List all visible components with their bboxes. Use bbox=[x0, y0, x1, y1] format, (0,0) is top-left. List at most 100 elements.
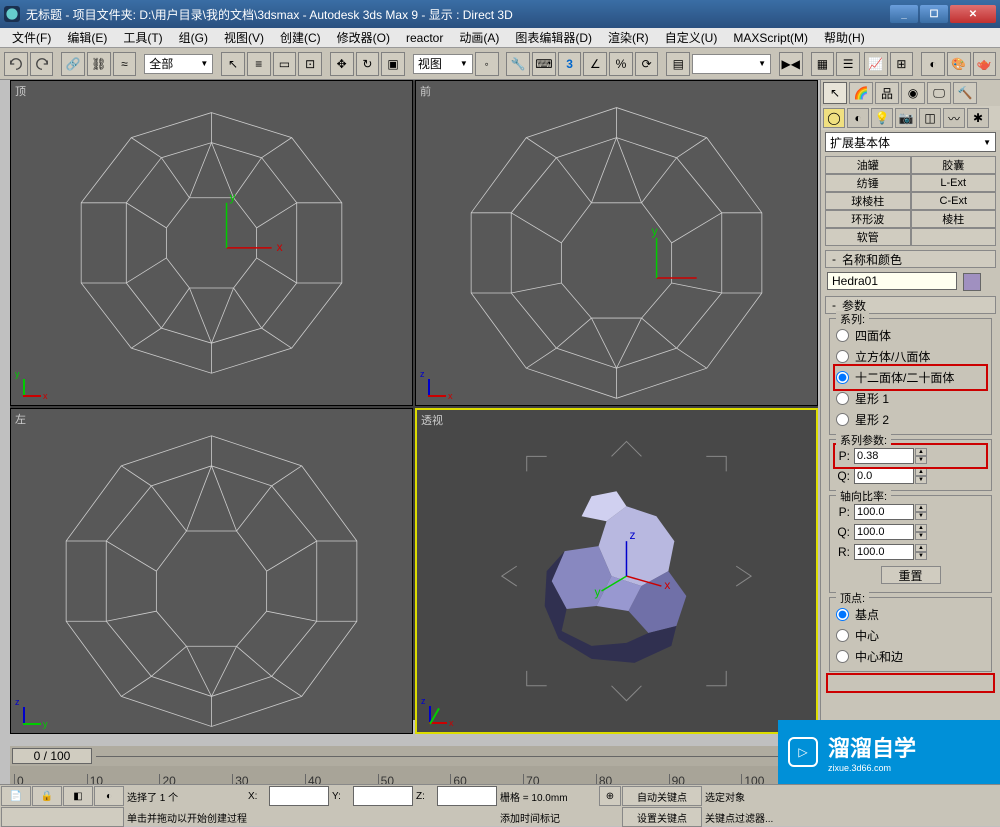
menu-tools[interactable]: 工具(T) bbox=[115, 27, 170, 48]
p-spin-down[interactable]: ▼ bbox=[915, 456, 927, 464]
tab-motion[interactable]: ◉ bbox=[901, 82, 925, 104]
family-star2[interactable]: 星形 2 bbox=[836, 409, 985, 430]
undo-button[interactable] bbox=[4, 52, 28, 76]
add-time-tag[interactable]: 添加时间标记 bbox=[498, 807, 598, 827]
subtab-spacewarps[interactable]: 〰 bbox=[943, 108, 965, 128]
menu-customize[interactable]: 自定义(U) bbox=[657, 27, 726, 48]
vertex-basic[interactable]: 基点 bbox=[836, 604, 985, 625]
subtab-cameras[interactable]: 📷 bbox=[895, 108, 917, 128]
ap-input[interactable] bbox=[854, 504, 914, 520]
keyboard-shortcut-button[interactable]: ⌨ bbox=[532, 52, 556, 76]
unlink-button[interactable]: ⛓ bbox=[87, 52, 111, 76]
isolate-button[interactable]: ◧ bbox=[63, 786, 93, 806]
viewport-perspective[interactable]: 透视 xyz zx bbox=[415, 408, 818, 734]
menu-maxscript[interactable]: MAXScript(M) bbox=[725, 29, 816, 47]
misc-button[interactable]: ◐ bbox=[94, 786, 124, 806]
menu-edit[interactable]: 编辑(E) bbox=[59, 27, 115, 48]
family-star1[interactable]: 星形 1 bbox=[836, 388, 985, 409]
menu-modifier[interactable]: 修改器(O) bbox=[329, 27, 398, 48]
time-slider[interactable]: 0 / 100 bbox=[10, 746, 818, 766]
window-crossing-button[interactable]: ⊡ bbox=[298, 52, 322, 76]
menu-view[interactable]: 视图(V) bbox=[216, 27, 272, 48]
spinner-snap-button[interactable]: ⟳ bbox=[635, 52, 659, 76]
window-close-button[interactable]: ✕ bbox=[950, 5, 996, 23]
object-name-input[interactable]: Hedra01 bbox=[827, 272, 957, 290]
rotate-button[interactable]: ↻ bbox=[356, 52, 380, 76]
y-input[interactable] bbox=[353, 786, 413, 806]
render-scene-button[interactable]: 🎨 bbox=[947, 52, 971, 76]
percent-snap-button[interactable]: % bbox=[609, 52, 633, 76]
p-spin-up[interactable]: ▲ bbox=[915, 448, 927, 456]
family-dodec-icos[interactable]: 十二面体/二十面体 bbox=[836, 367, 985, 388]
mirror-button[interactable]: ▶◀ bbox=[779, 52, 803, 76]
curve-editor-button[interactable]: 📈 bbox=[864, 52, 888, 76]
x-input[interactable] bbox=[269, 786, 329, 806]
schematic-view-button[interactable]: ⊞ bbox=[890, 52, 914, 76]
aq-input[interactable] bbox=[854, 524, 914, 540]
lock-selection-button[interactable]: 🔒 bbox=[32, 786, 62, 806]
menu-file[interactable]: 文件(F) bbox=[4, 27, 59, 48]
objtype-prism[interactable]: 棱柱 bbox=[911, 210, 997, 228]
align-button[interactable]: ▦ bbox=[811, 52, 835, 76]
objtype-capsule[interactable]: 胶囊 bbox=[911, 156, 997, 174]
ar-input[interactable] bbox=[854, 544, 914, 560]
snap-toggle-button[interactable]: 3 bbox=[558, 52, 582, 76]
subtab-lights[interactable]: 💡 bbox=[871, 108, 893, 128]
object-color-swatch[interactable] bbox=[963, 273, 981, 291]
objtype-gengon[interactable]: 球棱柱 bbox=[825, 192, 911, 210]
ref-coord-combo[interactable]: 视图 ▼ bbox=[413, 54, 473, 74]
family-cube-octa[interactable]: 立方体/八面体 bbox=[836, 346, 985, 367]
q-spin-down[interactable]: ▼ bbox=[915, 476, 927, 484]
time-slider-thumb[interactable]: 0 / 100 bbox=[12, 748, 92, 764]
p-spinner[interactable]: P: ▲▼ bbox=[836, 446, 985, 466]
subtab-shapes[interactable]: ◐ bbox=[847, 108, 869, 128]
menu-help[interactable]: 帮助(H) bbox=[816, 27, 873, 48]
z-input[interactable] bbox=[437, 786, 497, 806]
window-minimize-button[interactable]: _ bbox=[890, 5, 918, 23]
setkey-button[interactable]: 设置关键点 bbox=[622, 807, 702, 827]
bind-spacewarp-button[interactable]: ≈ bbox=[113, 52, 137, 76]
objtype-spindle[interactable]: 纺锤 bbox=[825, 174, 911, 192]
subtab-geometry[interactable]: ◯ bbox=[823, 108, 845, 128]
menu-group[interactable]: 组(G) bbox=[171, 27, 216, 48]
reset-button[interactable]: 重置 bbox=[881, 566, 941, 584]
angle-snap-button[interactable]: ∠ bbox=[583, 52, 607, 76]
redo-button[interactable] bbox=[30, 52, 54, 76]
move-button[interactable]: ✥ bbox=[330, 52, 354, 76]
vertex-center[interactable]: 中心 bbox=[836, 625, 985, 646]
geometry-category-combo[interactable]: 扩展基本体 ▼ bbox=[825, 132, 996, 152]
viewport-front[interactable]: 前 y zx bbox=[415, 80, 818, 406]
autokey-button[interactable]: 自动关键点 bbox=[622, 786, 702, 806]
tab-hierarchy[interactable]: 品 bbox=[875, 82, 899, 104]
tab-create[interactable]: ↖ bbox=[823, 82, 847, 104]
quick-render-button[interactable]: 🫖 bbox=[973, 52, 997, 76]
menu-create[interactable]: 创建(C) bbox=[272, 27, 329, 48]
q-spin-up[interactable]: ▲ bbox=[915, 468, 927, 476]
tab-modify[interactable]: 🌈 bbox=[849, 82, 873, 104]
objtype-lext[interactable]: L-Ext bbox=[911, 174, 997, 192]
menu-render[interactable]: 渲染(R) bbox=[600, 27, 657, 48]
menu-animation[interactable]: 动画(A) bbox=[451, 27, 507, 48]
abs-rel-toggle[interactable]: ⊕ bbox=[599, 786, 621, 806]
material-editor-button[interactable]: ◐ bbox=[921, 52, 945, 76]
select-region-rect-button[interactable]: ▭ bbox=[273, 52, 297, 76]
selection-scope-combo[interactable]: 全部 ▼ bbox=[144, 54, 213, 74]
family-tetra[interactable]: 四面体 bbox=[836, 325, 985, 346]
viewport-left[interactable]: 左 zy bbox=[10, 408, 413, 734]
viewport-top[interactable]: 顶 xy yx bbox=[10, 80, 413, 406]
tab-utilities[interactable]: 🔨 bbox=[953, 82, 977, 104]
objtype-hose[interactable]: 软管 bbox=[825, 228, 911, 246]
objtype-oiltank[interactable]: 油罐 bbox=[825, 156, 911, 174]
objtype-ringwave[interactable]: 环形波 bbox=[825, 210, 911, 228]
q-input[interactable] bbox=[854, 468, 914, 484]
vertex-center-edge[interactable]: 中心和边 bbox=[836, 646, 985, 667]
named-selection-combo[interactable]: ▼ bbox=[692, 54, 771, 74]
named-selection-button[interactable]: ▤ bbox=[666, 52, 690, 76]
q-spinner[interactable]: Q: ▲▼ bbox=[836, 466, 985, 486]
window-maximize-button[interactable]: ☐ bbox=[920, 5, 948, 23]
link-button[interactable]: 🔗 bbox=[61, 52, 85, 76]
menu-chart-editor[interactable]: 图表编辑器(D) bbox=[507, 27, 600, 48]
layers-button[interactable]: ☰ bbox=[836, 52, 860, 76]
rollout-name-color[interactable]: -名称和颜色 bbox=[825, 250, 996, 268]
p-input[interactable] bbox=[854, 448, 914, 464]
